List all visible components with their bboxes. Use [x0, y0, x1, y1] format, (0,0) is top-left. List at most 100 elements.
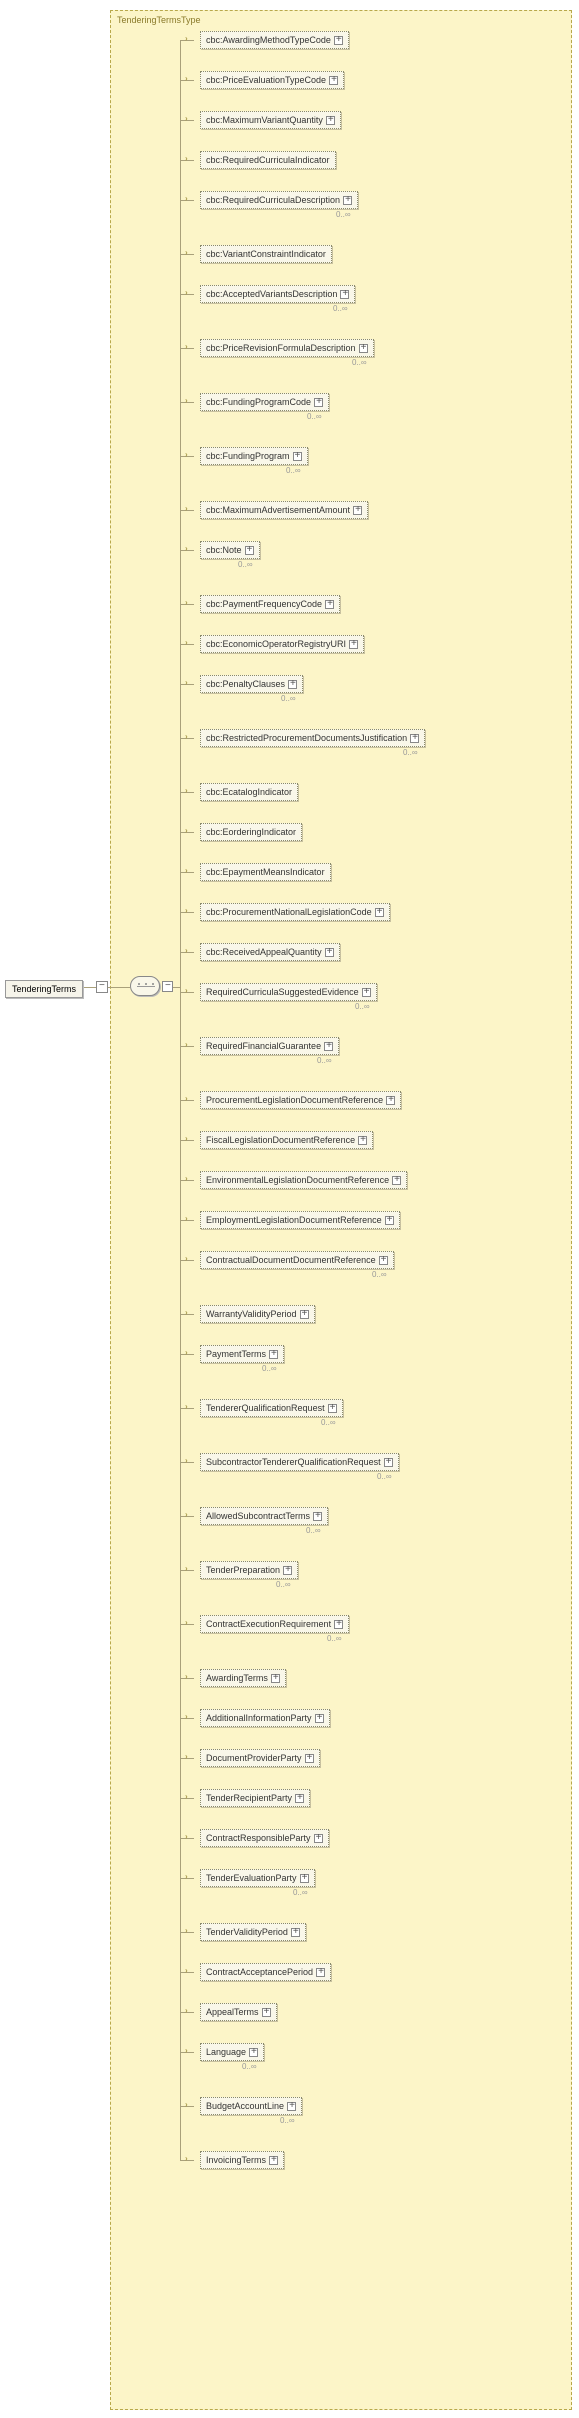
expand-icon[interactable] — [353, 506, 362, 515]
optional-tick-icon: › — [185, 638, 188, 647]
child-element-node[interactable]: cbc:FundingProgramCode — [200, 393, 329, 411]
expand-icon[interactable] — [325, 948, 334, 957]
sequence-expand-toggle[interactable] — [162, 981, 173, 992]
expand-icon[interactable] — [300, 1310, 309, 1319]
expand-icon[interactable] — [288, 680, 297, 689]
expand-icon[interactable] — [379, 1256, 388, 1265]
expand-icon[interactable] — [271, 1674, 280, 1683]
expand-icon[interactable] — [375, 908, 384, 917]
expand-icon[interactable] — [324, 1042, 333, 1051]
optional-tick-icon: › — [185, 1402, 188, 1411]
child-element-node[interactable]: WarrantyValidityPeriod — [200, 1305, 315, 1323]
expand-icon[interactable] — [269, 2156, 278, 2165]
child-element-node[interactable]: SubcontractorTendererQualificationReques… — [200, 1453, 399, 1471]
expand-icon[interactable] — [349, 640, 358, 649]
child-element-node[interactable]: ProcurementLegislationDocumentReference — [200, 1091, 401, 1109]
child-element-label: TenderValidityPeriod — [206, 1927, 288, 1937]
expand-icon[interactable] — [314, 398, 323, 407]
expand-icon[interactable] — [385, 1216, 394, 1225]
expand-icon[interactable] — [314, 1834, 323, 1843]
child-element-node[interactable]: cbc:EpaymentMeansIndicator — [200, 863, 331, 881]
expand-icon[interactable] — [287, 2102, 296, 2111]
child-element-node[interactable]: cbc:EcatalogIndicator — [200, 783, 298, 801]
child-element-node[interactable]: TendererQualificationRequest — [200, 1399, 343, 1417]
expand-icon[interactable] — [392, 1176, 401, 1185]
child-element-label: cbc:EpaymentMeansIndicator — [206, 867, 325, 877]
child-element-node[interactable]: cbc:ProcurementNationalLegislationCode — [200, 903, 390, 921]
child-element-node[interactable]: cbc:PenaltyClauses — [200, 675, 303, 693]
expand-icon[interactable] — [362, 988, 371, 997]
optional-tick-icon: › — [185, 154, 188, 163]
child-element-node[interactable]: ContractExecutionRequirement — [200, 1615, 349, 1633]
child-element-node[interactable]: AllowedSubcontractTerms — [200, 1507, 328, 1525]
child-element-node[interactable]: EnvironmentalLegislationDocumentReferenc… — [200, 1171, 407, 1189]
child-element-node[interactable]: TenderRecipientParty — [200, 1789, 310, 1807]
expand-icon[interactable] — [245, 546, 254, 555]
child-element-node[interactable]: cbc:MaximumVariantQuantity — [200, 111, 341, 129]
expand-icon[interactable] — [334, 1620, 343, 1629]
child-element-node[interactable]: RequiredCurriculaSuggestedEvidence — [200, 983, 377, 1001]
expand-icon[interactable] — [262, 2008, 271, 2017]
child-element-node[interactable]: AdditionalInformationParty — [200, 1709, 330, 1727]
child-element-node[interactable]: cbc:PriceRevisionFormulaDescription — [200, 339, 374, 357]
child-element-node[interactable]: EmploymentLegislationDocumentReference — [200, 1211, 400, 1229]
expand-icon[interactable] — [315, 1714, 324, 1723]
child-element-node[interactable]: cbc:PriceEvaluationTypeCode — [200, 71, 344, 89]
child-element-node[interactable]: ContractResponsibleParty — [200, 1829, 329, 1847]
root-element-node[interactable]: TenderingTerms — [5, 980, 83, 998]
child-element-node[interactable]: cbc:AwardingMethodTypeCode — [200, 31, 349, 49]
expand-icon[interactable] — [249, 2048, 258, 2057]
child-element-node[interactable]: BudgetAccountLine — [200, 2097, 302, 2115]
optional-tick-icon: › — [185, 34, 188, 43]
child-element-node[interactable]: cbc:MaximumAdvertisementAmount — [200, 501, 368, 519]
expand-icon[interactable] — [313, 1512, 322, 1521]
optional-tick-icon: › — [185, 1510, 188, 1519]
child-element-node[interactable]: cbc:RequiredCurriculaIndicator — [200, 151, 336, 169]
child-element-node[interactable]: cbc:VariantConstraintIndicator — [200, 245, 332, 263]
expand-icon[interactable] — [293, 452, 302, 461]
expand-icon[interactable] — [386, 1096, 395, 1105]
child-element-label: cbc:EcatalogIndicator — [206, 787, 292, 797]
root-expand-toggle[interactable] — [96, 981, 108, 993]
child-element-node[interactable]: cbc:EconomicOperatorRegistryURI — [200, 635, 364, 653]
expand-icon[interactable] — [269, 1350, 278, 1359]
child-element-node[interactable]: cbc:FundingProgram — [200, 447, 308, 465]
child-element-node[interactable]: Language — [200, 2043, 264, 2061]
child-element-node[interactable]: AwardingTerms — [200, 1669, 286, 1687]
child-element-node[interactable]: cbc:EorderingIndicator — [200, 823, 302, 841]
child-element-node[interactable]: cbc:PaymentFrequencyCode — [200, 595, 340, 613]
expand-icon[interactable] — [384, 1458, 393, 1467]
expand-icon[interactable] — [329, 76, 338, 85]
child-element-node[interactable]: FiscalLegislationDocumentReference — [200, 1131, 373, 1149]
expand-icon[interactable] — [328, 1404, 337, 1413]
expand-icon[interactable] — [359, 344, 368, 353]
child-element-node[interactable]: PaymentTerms — [200, 1345, 284, 1363]
expand-icon[interactable] — [358, 1136, 367, 1145]
child-element-node[interactable]: cbc:RestrictedProcurementDocumentsJustif… — [200, 729, 425, 747]
expand-icon[interactable] — [325, 600, 334, 609]
expand-icon[interactable] — [340, 290, 349, 299]
expand-icon[interactable] — [326, 116, 335, 125]
expand-icon[interactable] — [283, 1566, 292, 1575]
expand-icon[interactable] — [316, 1968, 325, 1977]
child-element-node[interactable]: cbc:RequiredCurriculaDescription — [200, 191, 358, 209]
expand-icon[interactable] — [334, 36, 343, 45]
child-element-node[interactable]: AppealTerms — [200, 2003, 277, 2021]
child-element-node[interactable]: DocumentProviderParty — [200, 1749, 320, 1767]
child-element-node[interactable]: TenderValidityPeriod — [200, 1923, 306, 1941]
child-element-node[interactable]: cbc:ReceivedAppealQuantity — [200, 943, 340, 961]
child-element-node[interactable]: cbc:Note — [200, 541, 260, 559]
expand-icon[interactable] — [291, 1928, 300, 1937]
child-element-node[interactable]: ContractualDocumentDocumentReference — [200, 1251, 394, 1269]
child-element-node[interactable]: RequiredFinancialGuarantee — [200, 1037, 339, 1055]
child-element-node[interactable]: InvoicingTerms — [200, 2151, 284, 2169]
child-element-node[interactable]: cbc:AcceptedVariantsDescription — [200, 285, 355, 303]
expand-icon[interactable] — [295, 1794, 304, 1803]
expand-icon[interactable] — [410, 734, 419, 743]
child-element-node[interactable]: ContractAcceptancePeriod — [200, 1963, 331, 1981]
expand-icon[interactable] — [343, 196, 352, 205]
child-element-node[interactable]: TenderEvaluationParty — [200, 1869, 315, 1887]
child-element-node[interactable]: TenderPreparation — [200, 1561, 298, 1579]
expand-icon[interactable] — [300, 1874, 309, 1883]
expand-icon[interactable] — [305, 1754, 314, 1763]
